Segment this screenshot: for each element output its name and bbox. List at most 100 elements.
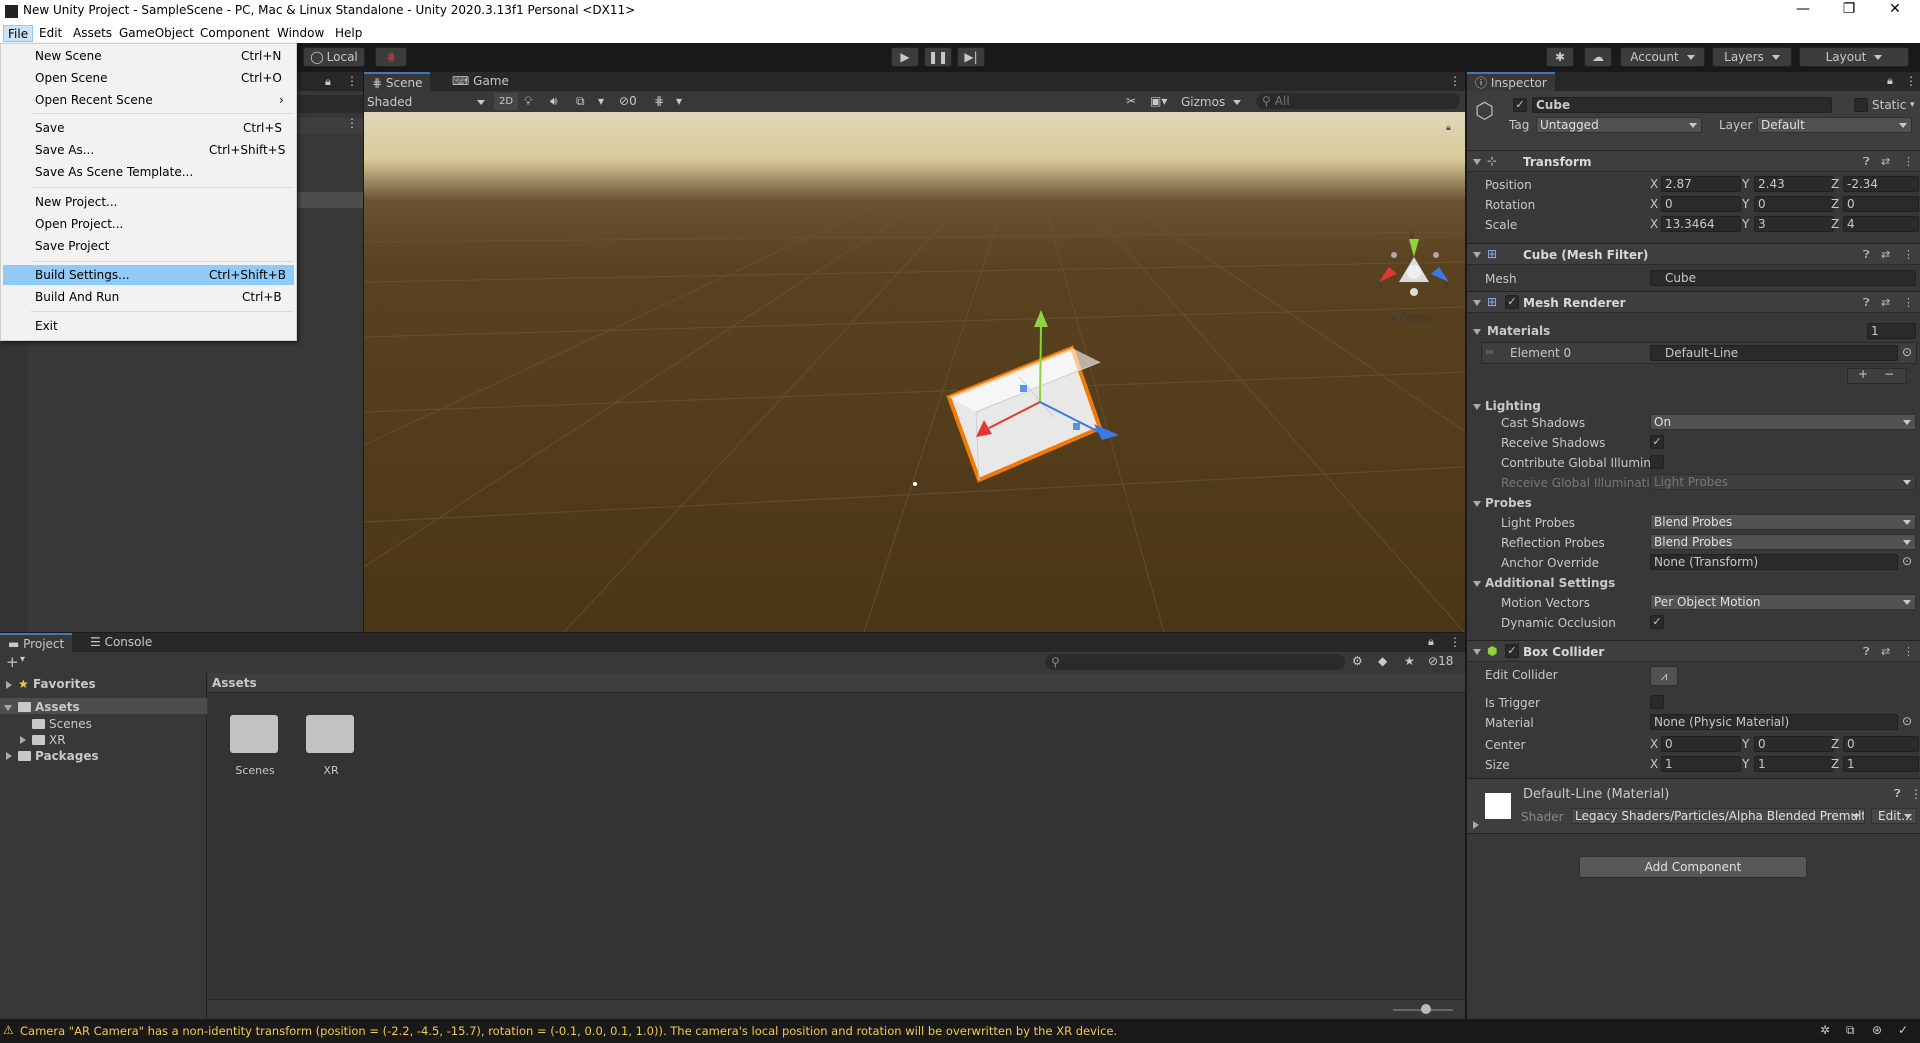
status-message[interactable]: Camera "AR Camera" has a non-identity tr… (20, 1024, 1117, 1038)
menu-item-save-as-template[interactable]: Save As Scene Template... (3, 162, 294, 182)
size-y-field[interactable]: 1 (1754, 756, 1834, 772)
menu-file[interactable]: File (3, 25, 34, 42)
menu-gameobject[interactable]: GameObject (115, 25, 198, 42)
hierarchy-more-icon[interactable]: ⋮ (346, 74, 358, 88)
menu-item-save-as[interactable]: Save As... Ctrl+Shift+S (3, 140, 294, 160)
layout-dropdown[interactable]: Layout (1799, 47, 1909, 67)
element0-field[interactable]: Default-Line (1650, 345, 1898, 361)
collider-material-field[interactable]: None (Physic Material) (1650, 714, 1898, 730)
debug-mode-icon[interactable]: ✓ (1898, 1023, 1908, 1037)
gizmos-dropdown[interactable]: Gizmos (1181, 94, 1241, 110)
project-more-icon[interactable]: ⋮ (1449, 635, 1461, 649)
tab-game[interactable]: ⌨ Game (444, 72, 517, 91)
lighting-toggle-icon[interactable]: 💡︎ (524, 94, 532, 109)
position-y-field[interactable]: 2.43 (1754, 176, 1834, 192)
tree-assets[interactable]: Assets (18, 700, 80, 714)
menu-item-open-recent-scene[interactable]: Open Recent Scene › (3, 90, 294, 110)
menu-item-new-scene[interactable]: New Scene Ctrl+N (3, 46, 294, 66)
tab-console[interactable]: ☰ Console (82, 633, 160, 652)
cast-shadows-dropdown[interactable]: On (1650, 414, 1916, 430)
scale-y-field[interactable]: 3 (1754, 216, 1834, 232)
menu-item-new-project[interactable]: New Project... (3, 192, 294, 212)
scale-x-field[interactable]: 13.3464 (1661, 216, 1741, 232)
menu-item-build-settings[interactable]: Build Settings... Ctrl+Shift+B (3, 265, 294, 285)
probes-section[interactable]: Probes (1485, 496, 1532, 510)
anchor-override-field[interactable]: None (Transform) (1650, 554, 1898, 570)
static-dropdown-icon[interactable]: ▾ (1910, 100, 1915, 110)
size-x-field[interactable]: 1 (1661, 756, 1741, 772)
contribute-gi-checkbox[interactable] (1650, 455, 1664, 469)
materials-label[interactable]: Materials (1487, 324, 1550, 338)
star-icon[interactable]: ★ (1404, 654, 1415, 668)
list-remove-button[interactable]: − (1884, 367, 1894, 381)
close-button[interactable]: ✕ (1872, 1, 1918, 17)
effects-icon[interactable]: ⧉ (576, 94, 585, 109)
size-z-field[interactable]: 1 (1843, 756, 1919, 772)
mesh-renderer-enabled-checkbox[interactable]: ✓ (1505, 295, 1519, 309)
scene-viewport[interactable]: y x z <Persp 🔒︎ (364, 112, 1465, 632)
search-by-label-icon[interactable]: ◆ (1378, 654, 1387, 668)
object-picker-icon[interactable]: ⊙ (1902, 554, 1912, 568)
preset-icon[interactable]: ⇄ (1881, 248, 1890, 261)
preset-icon[interactable]: ⇄ (1881, 296, 1890, 309)
hierarchy-dirty-icon[interactable]: ✲ (1820, 1023, 1830, 1037)
effects-dropdown-icon[interactable]: ▾ (598, 94, 604, 108)
menu-item-save-project[interactable]: Save Project (3, 236, 294, 256)
search-by-type-icon[interactable]: ⚙ (1352, 654, 1363, 668)
preset-icon[interactable]: ⇄ (1881, 155, 1890, 168)
pivot-local-toggle[interactable]: ◯ Local (303, 47, 365, 67)
tree-xr[interactable]: XR (32, 733, 66, 747)
menu-component[interactable]: Component (196, 25, 274, 42)
reflection-probes-dropdown[interactable]: Blend Probes (1650, 534, 1916, 550)
tag-dropdown[interactable]: Untagged (1536, 117, 1702, 133)
object-picker-icon[interactable]: ⊙ (1902, 714, 1912, 728)
is-trigger-checkbox[interactable] (1650, 695, 1664, 709)
edit-collider-button[interactable]: ⩘ (1650, 666, 1678, 686)
persp-label[interactable]: <Persp (1389, 311, 1432, 325)
scene-more-icon[interactable]: ⋮ (1449, 74, 1461, 88)
position-z-field[interactable]: -2.34 (1843, 176, 1919, 192)
preset-icon[interactable]: ⇄ (1881, 645, 1890, 658)
tree-packages[interactable]: Packages (18, 749, 99, 763)
cloud-button[interactable]: ☁ (1584, 47, 1612, 67)
camera-icon[interactable]: ▣▾ (1150, 94, 1167, 108)
materials-count-field[interactable]: 1 (1867, 323, 1916, 339)
grid-item-scenes[interactable]: Scenes (230, 715, 280, 785)
tab-scene[interactable]: ⋕ Scene (364, 72, 431, 91)
tree-scenes[interactable]: Scenes (32, 717, 92, 731)
menu-assets[interactable]: Assets (69, 25, 116, 42)
scene-render[interactable] (364, 112, 1465, 632)
scale-z-field[interactable]: 4 (1843, 216, 1919, 232)
component-menu-icon[interactable]: ⋮ (1903, 248, 1914, 261)
shader-dropdown[interactable]: Legacy Shaders/Particles/Alpha Blended P… (1571, 808, 1865, 824)
help-icon[interactable]: ❓︎ (1863, 248, 1870, 262)
component-menu-icon[interactable]: ⋮ (1903, 296, 1914, 309)
auto-generate-lighting-icon[interactable]: ⊛ (1872, 1023, 1882, 1037)
center-y-field[interactable]: 0 (1754, 736, 1834, 752)
menu-help[interactable]: Help (331, 25, 366, 42)
menu-edit[interactable]: Edit (35, 25, 66, 42)
receive-shadows-checkbox[interactable]: ✓ (1650, 435, 1664, 449)
menu-item-build-and-run[interactable]: Build And Run Ctrl+B (3, 287, 294, 307)
object-picker-icon[interactable]: ⊙ (1902, 345, 1912, 359)
box-collider-header[interactable]: ⬢ ✓ Box Collider ❓︎ ⇄ ⋮ (1467, 640, 1920, 662)
tree-favorites[interactable]: ★ Favorites (18, 677, 96, 691)
create-button[interactable]: + (6, 653, 19, 671)
inspector-lock-icon[interactable]: 🔒︎ (1887, 74, 1893, 88)
center-x-field[interactable]: 0 (1661, 736, 1741, 752)
zoom-slider-thumb[interactable] (1421, 1004, 1431, 1014)
layer-dropdown[interactable]: Default (1757, 117, 1912, 133)
pause-button[interactable]: ❚❚ (924, 47, 952, 67)
viewport-lock-icon[interactable]: 🔒︎ (1446, 123, 1451, 133)
center-z-field[interactable]: 0 (1843, 736, 1919, 752)
mesh-filter-header[interactable]: ⊞ Cube (Mesh Filter) ❓︎ ⇄ ⋮ (1467, 243, 1920, 265)
help-icon[interactable]: ❓︎ (1863, 645, 1870, 659)
list-add-button[interactable]: + (1858, 367, 1868, 381)
help-icon[interactable]: ❓︎ (1863, 155, 1870, 169)
rotation-y-field[interactable]: 0 (1754, 196, 1834, 212)
active-checkbox[interactable]: ✓ (1513, 98, 1527, 112)
inspector-more-icon[interactable]: ⋮ (1905, 74, 1917, 88)
menu-item-open-project[interactable]: Open Project... (3, 214, 294, 234)
shading-mode-dropdown[interactable]: Shaded (367, 94, 485, 110)
material-menu-icon[interactable]: ⋮ (1910, 787, 1920, 801)
